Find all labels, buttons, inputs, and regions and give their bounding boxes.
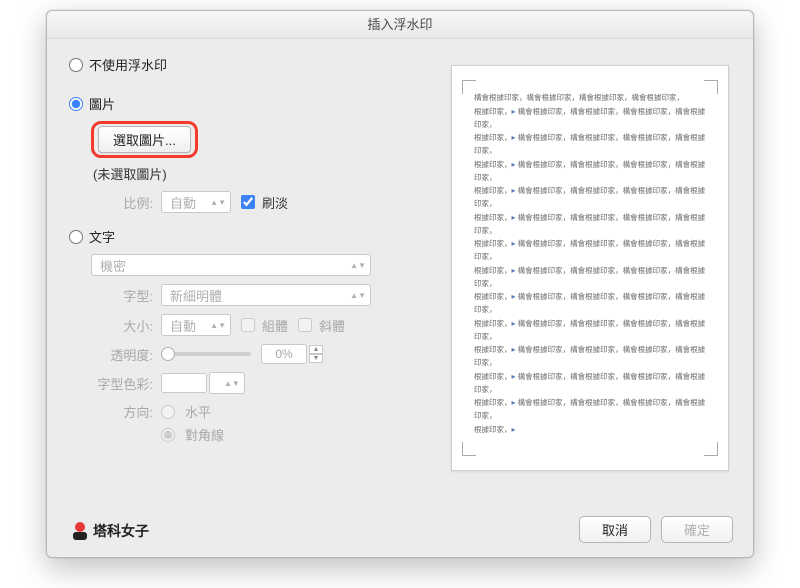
dialog-footer: 取消 確定: [579, 516, 733, 543]
italic-label: 斜體: [319, 316, 345, 335]
radio-no-watermark[interactable]: [69, 58, 83, 72]
crop-mark-icon: [462, 442, 476, 456]
font-label: 字型:: [91, 286, 161, 305]
size-field: 大小: 自動 ▲▼ 組體 斜體: [91, 314, 469, 336]
size-select[interactable]: 自動 ▲▼: [161, 314, 231, 336]
scale-value: 自動: [170, 193, 196, 212]
chevron-updown-icon: ▲▼: [350, 263, 366, 268]
bold-checkbox[interactable]: [241, 318, 255, 332]
option-none-row: 不使用浮水印: [69, 55, 469, 74]
crop-mark-icon: [462, 80, 476, 94]
preview-body: 構會根據印家，構會根據印家，構會根據印家，構會根據印家，根據印家，▸ 構會根據印…: [466, 88, 714, 441]
crop-mark-icon: [704, 80, 718, 94]
fontcolor-well[interactable]: [161, 373, 207, 393]
italic-checkbox[interactable]: [298, 318, 312, 332]
radio-orientation-diagonal[interactable]: [161, 428, 175, 442]
text-preset-value: 機密: [100, 256, 126, 275]
bold-label: 組體: [262, 316, 288, 335]
ok-button[interactable]: 確定: [661, 516, 733, 543]
options-panel: 不使用浮水印 圖片 選取圖片... (未選取圖片) 比例: 自動 ▲▼ 刷淡: [69, 55, 469, 444]
select-picture-highlight: 選取圖片...: [91, 121, 198, 158]
brand-name: 塔科女子: [93, 521, 149, 541]
washout-label: 刷淡: [262, 193, 288, 212]
text-preset-select[interactable]: 機密 ▲▼: [91, 254, 371, 276]
preview-pane: 構會根據印家，構會根據印家，構會根據印家，構會根據印家，根據印家，▸ 構會根據印…: [451, 65, 729, 471]
size-value: 自動: [170, 316, 196, 335]
fontcolor-label: 字型色彩:: [91, 374, 161, 393]
radio-text[interactable]: [69, 230, 83, 244]
size-label: 大小:: [91, 316, 161, 335]
chevron-updown-icon: ▲▼: [210, 200, 226, 205]
font-select[interactable]: 新細明體 ▲▼: [161, 284, 371, 306]
transparency-value[interactable]: 0%: [261, 344, 307, 364]
text-preset-field: 機密 ▲▼: [91, 254, 469, 276]
option-picture-row: 圖片: [69, 94, 469, 113]
transparency-stepper[interactable]: ▲▼: [309, 345, 323, 363]
transparency-field: 透明度: 0% ▲▼: [91, 344, 469, 364]
option-text-row: 文字: [69, 227, 469, 246]
fontcolor-select[interactable]: ▲▼: [209, 372, 245, 394]
font-field: 字型: 新細明體 ▲▼: [91, 284, 469, 306]
crop-mark-icon: [704, 442, 718, 456]
transparency-slider[interactable]: [161, 352, 251, 356]
orientation-horizontal-wrap[interactable]: 水平: [161, 402, 224, 421]
radio-picture-label: 圖片: [89, 94, 115, 113]
italic-checkbox-wrap[interactable]: 斜體: [298, 316, 345, 335]
orientation-diagonal-label: 對角線: [185, 425, 224, 444]
font-value: 新細明體: [170, 286, 222, 305]
chevron-updown-icon: ▲▼: [210, 323, 226, 328]
radio-no-watermark-label: 不使用浮水印: [89, 55, 167, 74]
radio-text-label: 文字: [89, 227, 115, 246]
orientation-horizontal-label: 水平: [185, 402, 211, 421]
brand-watermark: 塔科女子: [71, 521, 149, 541]
washout-checkbox[interactable]: [241, 195, 255, 209]
chevron-updown-icon: ▲▼: [350, 293, 366, 298]
orientation-field: 方向: 水平 對角線: [91, 402, 469, 444]
slider-thumb[interactable]: [161, 347, 175, 361]
dialog-title: 插入浮水印: [47, 11, 753, 39]
fontcolor-field: 字型色彩: ▲▼: [91, 372, 469, 394]
brand-icon: [71, 522, 89, 540]
scale-label: 比例:: [91, 193, 161, 212]
orientation-label: 方向:: [91, 402, 161, 421]
radio-orientation-horizontal[interactable]: [161, 405, 175, 419]
scale-select[interactable]: 自動 ▲▼: [161, 191, 231, 213]
cancel-button[interactable]: 取消: [579, 516, 651, 543]
insert-watermark-dialog: 插入浮水印 不使用浮水印 圖片 選取圖片... (未選取圖片) 比例: 自動 ▲…: [46, 10, 754, 558]
radio-picture[interactable]: [69, 97, 83, 111]
orientation-diagonal-wrap[interactable]: 對角線: [161, 425, 224, 444]
scale-field: 比例: 自動 ▲▼ 刷淡: [91, 191, 469, 213]
picture-status: (未選取圖片): [93, 164, 469, 183]
transparency-label: 透明度:: [91, 345, 161, 364]
chevron-updown-icon: ▲▼: [224, 381, 240, 386]
bold-checkbox-wrap[interactable]: 組體: [241, 316, 288, 335]
select-picture-button[interactable]: 選取圖片...: [98, 126, 191, 153]
washout-checkbox-wrap[interactable]: 刷淡: [241, 193, 288, 212]
